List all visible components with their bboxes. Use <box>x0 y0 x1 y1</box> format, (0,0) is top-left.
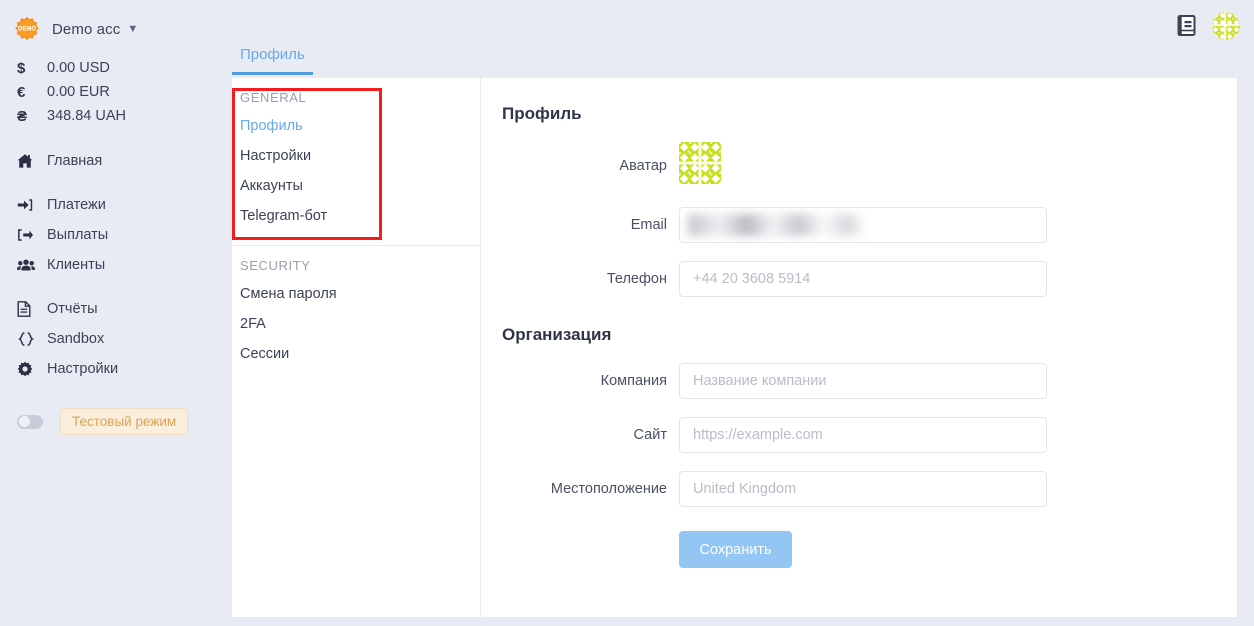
site-input[interactable] <box>679 417 1047 453</box>
home-icon <box>17 153 47 169</box>
sidebar-item-label: Выплаты <box>47 227 109 243</box>
sidebar-item-label: Платежи <box>47 197 106 213</box>
email-row: Email <box>481 207 1237 243</box>
svg-text:DEMO: DEMO <box>18 27 36 33</box>
sign-out-icon <box>17 227 47 243</box>
test-mode-toggle[interactable] <box>17 414 43 429</box>
subnav-item-settings[interactable]: Настройки <box>232 141 480 171</box>
avatar-label: Аватар <box>619 157 667 174</box>
chevron-down-icon[interactable]: ▼ <box>127 23 138 35</box>
sidebar-item-reports[interactable]: Отчёты <box>0 294 232 324</box>
profile-heading: Профиль <box>502 104 582 123</box>
email-label: Email <box>630 217 667 233</box>
sidebar-item-label: Главная <box>47 153 103 169</box>
phone-input[interactable] <box>679 261 1047 297</box>
demo-badge-icon: DEMO <box>14 16 40 42</box>
sidebar-item-settings[interactable]: Настройки <box>0 354 232 384</box>
currency-symbol-eur: € <box>17 83 26 101</box>
content-card: GENERAL Профиль Настройки Аккаунты Teleg… <box>232 78 1237 617</box>
gear-icon <box>17 361 47 377</box>
balance-amount: 0.00 EUR <box>47 84 110 100</box>
location-input[interactable] <box>679 471 1047 507</box>
subnav-section-security: SECURITY Смена пароля 2FA Сессии <box>232 245 480 383</box>
test-mode-row: Тестовый режим <box>0 408 232 435</box>
sidebar-item-label: Отчёты <box>47 301 98 317</box>
email-field[interactable] <box>679 207 1047 243</box>
sidebar-item-label: Sandbox <box>47 331 105 347</box>
app-root: DEMO Demo acc ▼ $ 0.00 USD € 0.00 EUR ₴ … <box>0 0 1254 626</box>
currency-symbol-uah: ₴ <box>17 107 28 125</box>
save-button[interactable]: Сохранить <box>679 531 792 568</box>
company-row: Компания <box>481 363 1237 399</box>
profile-identicon-avatar[interactable] <box>679 142 721 188</box>
phone-row: Телефон <box>481 261 1237 297</box>
sidebar-item-payouts[interactable]: Выплаты <box>0 220 232 250</box>
subnav-item-change-password[interactable]: Смена пароля <box>232 279 480 309</box>
subnav-section-general: GENERAL Профиль Настройки Аккаунты Teleg… <box>232 78 480 245</box>
organization-heading: Организация <box>502 325 612 344</box>
company-input[interactable] <box>679 363 1047 399</box>
company-control <box>679 363 1047 399</box>
avatar-control <box>679 142 1047 189</box>
subnav-item-sessions[interactable]: Сессии <box>232 339 480 369</box>
subnav-section-title: SECURITY <box>240 258 311 273</box>
subnav-item-accounts[interactable]: Аккаунты <box>232 171 480 201</box>
test-mode-badge[interactable]: Тестовый режим <box>60 408 189 435</box>
phone-label: Телефон <box>606 271 667 287</box>
tab-bar: Профиль <box>232 46 1237 78</box>
user-identicon-avatar[interactable] <box>1212 12 1240 40</box>
location-control <box>679 471 1047 507</box>
site-label: Сайт <box>633 427 667 443</box>
redacted-email-value <box>688 214 866 236</box>
site-row: Сайт <box>481 417 1237 453</box>
sidebar-item-label: Настройки <box>47 361 119 377</box>
balance-amount: 348.84 UAH <box>47 108 126 124</box>
sidebar-item-label: Клиенты <box>47 257 106 273</box>
balance-row: € 0.00 EUR <box>17 80 232 104</box>
top-right-actions <box>1176 12 1240 40</box>
balance-row: ₴ 348.84 UAH <box>17 104 232 128</box>
location-label: Местоположение <box>550 481 667 497</box>
profile-form: Профиль Аватар Email Телефон +44 20 3608… <box>481 78 1237 617</box>
account-name: Demo acc <box>52 20 121 38</box>
subnav-section-title: GENERAL <box>240 90 307 105</box>
avatar-row: Аватар <box>481 142 1237 189</box>
balance-list: $ 0.00 USD € 0.00 EUR ₴ 348.84 UAH <box>0 56 232 128</box>
sign-in-icon <box>17 197 47 213</box>
subnav-item-telegram-bot[interactable]: Telegram-бот <box>232 201 480 231</box>
account-switcher[interactable]: DEMO Demo acc ▼ <box>0 0 232 42</box>
sidebar-item-sandbox[interactable]: Sandbox <box>0 324 232 354</box>
company-label: Компания <box>600 373 667 389</box>
code-braces-icon <box>17 331 47 347</box>
sidebar-nav: Главная Платежи Выплаты Клиенты Отчёты S… <box>0 146 232 384</box>
subnav-item-2fa[interactable]: 2FA <box>232 309 480 339</box>
phone-control <box>679 261 1047 297</box>
sidebar-item-home[interactable]: Главная <box>0 146 232 176</box>
document-icon <box>17 301 47 317</box>
subnav-item-profile[interactable]: Профиль <box>232 111 480 141</box>
email-control <box>679 207 1047 243</box>
currency-symbol-usd: $ <box>17 59 26 77</box>
sidebar-item-payments[interactable]: Платежи <box>0 190 232 220</box>
sidebar-item-clients[interactable]: Клиенты <box>0 250 232 280</box>
site-control <box>679 417 1047 453</box>
left-sidebar: DEMO Demo acc ▼ $ 0.00 USD € 0.00 EUR ₴ … <box>0 0 232 626</box>
location-row: Местоположение <box>481 471 1237 507</box>
balance-amount: 0.00 USD <box>47 60 110 76</box>
tab-profile[interactable]: Профиль <box>232 46 313 75</box>
balance-row: $ 0.00 USD <box>17 56 232 80</box>
users-icon <box>17 257 47 273</box>
settings-subnav: GENERAL Профиль Настройки Аккаунты Teleg… <box>232 78 481 617</box>
book-icon[interactable] <box>1176 14 1198 38</box>
